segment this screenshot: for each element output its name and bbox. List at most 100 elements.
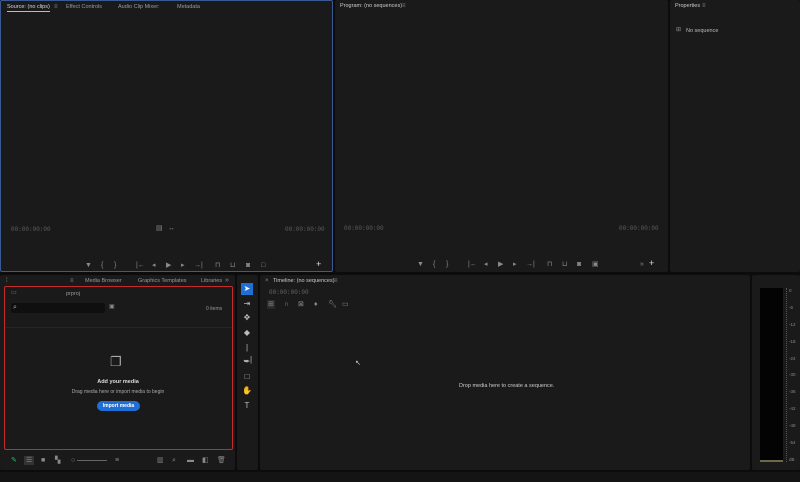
- scale-label: -36: [789, 389, 796, 395]
- scale-label: -42: [789, 406, 796, 412]
- track-select-tool-icon[interactable]: ⇥: [241, 298, 253, 310]
- camera-icon[interactable]: ◙: [577, 261, 581, 268]
- tab-effect-controls[interactable]: Effect Controls: [66, 4, 102, 10]
- play-icon[interactable]: ▶: [498, 261, 503, 268]
- pen-tool-icon[interactable]: ✒: [241, 356, 253, 368]
- timeline-panel: × Timeline: (no sequences) ≡ 00:00:00:00…: [260, 275, 750, 470]
- source-timecode-in[interactable]: 00:00:00:00: [11, 226, 51, 233]
- mark-in-icon[interactable]: {: [433, 261, 435, 268]
- new-bin-icon[interactable]: ▣: [109, 304, 115, 310]
- empty-text: Drag media here or import media to begin: [71, 389, 165, 395]
- meter-scale: 0 -6 -12 -18 -24 -30 -36 -42 -48 -54 dB: [786, 288, 796, 462]
- add-button-icon[interactable]: +: [316, 260, 321, 269]
- empty-divider: [5, 327, 232, 328]
- tab-source[interactable]: Source: (no clips): [7, 4, 50, 12]
- slip-tool-icon[interactable]: |↔|: [241, 342, 253, 364]
- tab-metadata[interactable]: Metadata: [177, 4, 200, 10]
- ripple-edit-tool-icon[interactable]: ✥: [241, 312, 253, 324]
- trash-icon[interactable]: 🗑︎: [217, 457, 226, 464]
- timeline-title[interactable]: Timeline: (no sequences): [273, 278, 335, 284]
- panel-menu-icon[interactable]: ≡: [402, 3, 406, 9]
- scale-label: dB: [789, 456, 795, 462]
- close-icon[interactable]: ×: [265, 278, 269, 284]
- scale-label: -12: [789, 321, 796, 327]
- add-marker-icon[interactable]: ♦: [314, 301, 318, 308]
- tab-audio-clip-mixer[interactable]: Audio Clip Mixer:: [118, 4, 160, 10]
- snap-icon[interactable]: ∩: [284, 301, 289, 308]
- media-files-icon: ❐: [110, 354, 122, 369]
- lift-icon[interactable]: ⊓: [547, 261, 552, 268]
- rectangle-tool-icon[interactable]: □: [241, 371, 253, 383]
- icon-view-icon[interactable]: ■: [41, 457, 45, 464]
- marker-icon[interactable]: ▼: [85, 262, 92, 269]
- hand-tool-icon[interactable]: ✋: [241, 385, 253, 397]
- step-back-icon[interactable]: ◂: [484, 261, 488, 268]
- go-to-in-icon[interactable]: |←: [136, 262, 145, 269]
- go-to-out-icon[interactable]: →|: [526, 261, 535, 268]
- step-forward-icon[interactable]: ▸: [181, 262, 185, 269]
- tab-graphics-templates[interactable]: Graphics Templates: [138, 278, 187, 284]
- go-to-in-icon[interactable]: |←: [468, 261, 477, 268]
- nest-icon[interactable]: ⊞: [267, 300, 275, 309]
- scale-label: -6: [789, 304, 794, 310]
- panel-menu-icon[interactable]: ≡: [70, 278, 74, 284]
- freeform-view-icon[interactable]: ▚: [55, 457, 60, 464]
- razor-tool-icon[interactable]: ◆: [241, 327, 253, 339]
- extract-icon[interactable]: ⊔: [562, 261, 567, 268]
- drag-icon[interactable]: ↔: [168, 225, 175, 232]
- captions-icon[interactable]: ▭: [342, 301, 349, 308]
- scale-label: -48: [789, 423, 796, 429]
- import-media-button[interactable]: Import media: [97, 401, 140, 411]
- step-forward-icon[interactable]: ▸: [513, 261, 517, 268]
- project-tab-handle[interactable]: ⁞: [6, 278, 8, 284]
- step-back-icon[interactable]: ◂: [152, 262, 156, 269]
- search-input[interactable]: ⌕: [11, 303, 105, 313]
- go-to-out-icon[interactable]: →|: [194, 262, 203, 269]
- project-content: ▭ prproj ⌕ ▣ 0 items ❐ Add your media Dr…: [4, 286, 233, 450]
- find-icon[interactable]: ⌕: [172, 457, 176, 464]
- new-item-icon[interactable]: ◧: [202, 457, 209, 464]
- linked-selection-icon[interactable]: ⊠: [298, 301, 304, 308]
- sort-icon[interactable]: ≡: [115, 457, 119, 464]
- meter-bar: [760, 288, 783, 462]
- pencil-icon[interactable]: ✎: [11, 457, 17, 464]
- tab-libraries[interactable]: Libraries: [201, 278, 222, 284]
- panel-menu-icon[interactable]: ≡: [334, 278, 338, 284]
- export-frame-icon[interactable]: □: [261, 262, 265, 269]
- properties-title[interactable]: Properties: [675, 3, 700, 9]
- mark-out-icon[interactable]: }: [446, 261, 448, 268]
- properties-panel: Properties ≡ ⊞ No sequence: [670, 0, 800, 272]
- settings-icon[interactable]: ▤: [156, 225, 163, 232]
- comparison-icon[interactable]: ▣: [592, 261, 599, 268]
- new-bin-icon[interactable]: ▬: [187, 457, 194, 464]
- program-title[interactable]: Program: (no sequences): [340, 3, 402, 9]
- no-sequence-label: No sequence: [686, 28, 719, 34]
- search-icon: ⌕: [13, 304, 17, 311]
- mark-in-icon[interactable]: {: [101, 262, 103, 269]
- item-count: 0 items: [206, 306, 223, 312]
- wrench-icon[interactable]: 🔧︎: [328, 301, 337, 308]
- overwrite-icon[interactable]: ⊔: [230, 262, 235, 269]
- type-tool-icon[interactable]: T: [241, 400, 253, 412]
- tab-media-browser[interactable]: Media Browser: [85, 278, 122, 284]
- selection-tool-icon[interactable]: ➤: [241, 283, 253, 295]
- camera-icon[interactable]: ◙: [246, 262, 250, 269]
- panel-menu-icon[interactable]: ≡: [702, 3, 706, 9]
- add-button-icon[interactable]: +: [649, 259, 654, 268]
- zoom-slider[interactable]: ○: [71, 457, 108, 464]
- more-icon[interactable]: »: [640, 261, 644, 268]
- list-view-icon[interactable]: ☰: [24, 456, 35, 465]
- marker-icon[interactable]: ▼: [417, 261, 424, 268]
- insert-icon[interactable]: ⊓: [215, 262, 220, 269]
- timeline-timecode[interactable]: 00:00:00:00: [269, 289, 309, 296]
- more-tabs-icon[interactable]: »: [225, 277, 229, 284]
- mark-out-icon[interactable]: }: [114, 262, 116, 269]
- automate-icon[interactable]: ▥: [157, 457, 164, 464]
- play-icon[interactable]: ▶: [166, 262, 171, 269]
- source-timecode-duration: 00:00:00:00: [285, 226, 325, 233]
- program-timecode[interactable]: 00:00:00:00: [344, 225, 384, 232]
- sequence-icon: ⊞: [676, 27, 682, 33]
- panel-menu-icon[interactable]: ≡: [54, 4, 58, 10]
- source-panel: Source: (no clips) ≡ Effect Controls Aud…: [0, 0, 333, 272]
- tools-panel: ➤ ⇥ ✥ ◆ |↔| ✒ □ ✋ T: [237, 275, 258, 470]
